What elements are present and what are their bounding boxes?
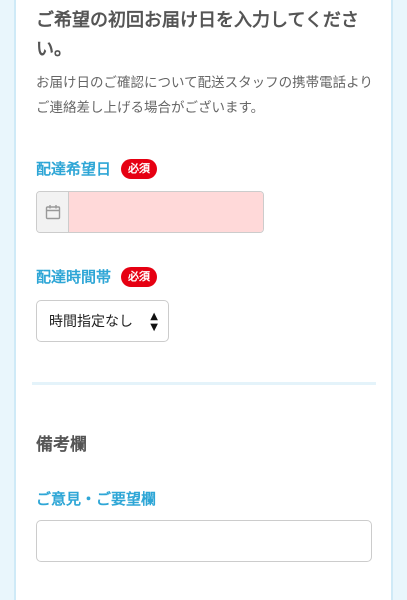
required-badge: 必須 [121, 266, 158, 287]
date-field[interactable] [36, 191, 264, 233]
date-label-row: 配達希望日 必須 [36, 158, 158, 179]
time-label: 配達時間帯 [36, 268, 112, 286]
updown-arrows-icon: ▲ ▼ [150, 311, 158, 333]
opinion-label-row: ご意見・ご要望欄 [36, 488, 156, 509]
calendar-icon[interactable] [37, 192, 69, 232]
delivery-heading: ご希望の初回お届け日を入力してください。 [36, 10, 359, 60]
form-panel: ご希望の初回お届け日を入力してください。 お届け日のご確認について配送スタッフの… [14, 0, 393, 600]
required-badge: 必須 [121, 158, 158, 179]
section-divider [32, 382, 376, 385]
time-select[interactable]: 時間指定なし ▲ ▼ [36, 300, 169, 342]
time-select-value: 時間指定なし [49, 314, 133, 330]
opinion-textarea[interactable] [36, 520, 372, 562]
time-label-row: 配達時間帯 必須 [36, 266, 158, 287]
opinion-label: ご意見・ご要望欄 [36, 490, 157, 508]
remarks-heading: 備考欄 [36, 435, 87, 455]
delivery-description: お届け日のご確認について配送スタッフの携帯電話よりご連絡差し上げる場合がございま… [36, 75, 373, 116]
date-label: 配達希望日 [36, 160, 112, 178]
date-input[interactable] [69, 192, 263, 232]
